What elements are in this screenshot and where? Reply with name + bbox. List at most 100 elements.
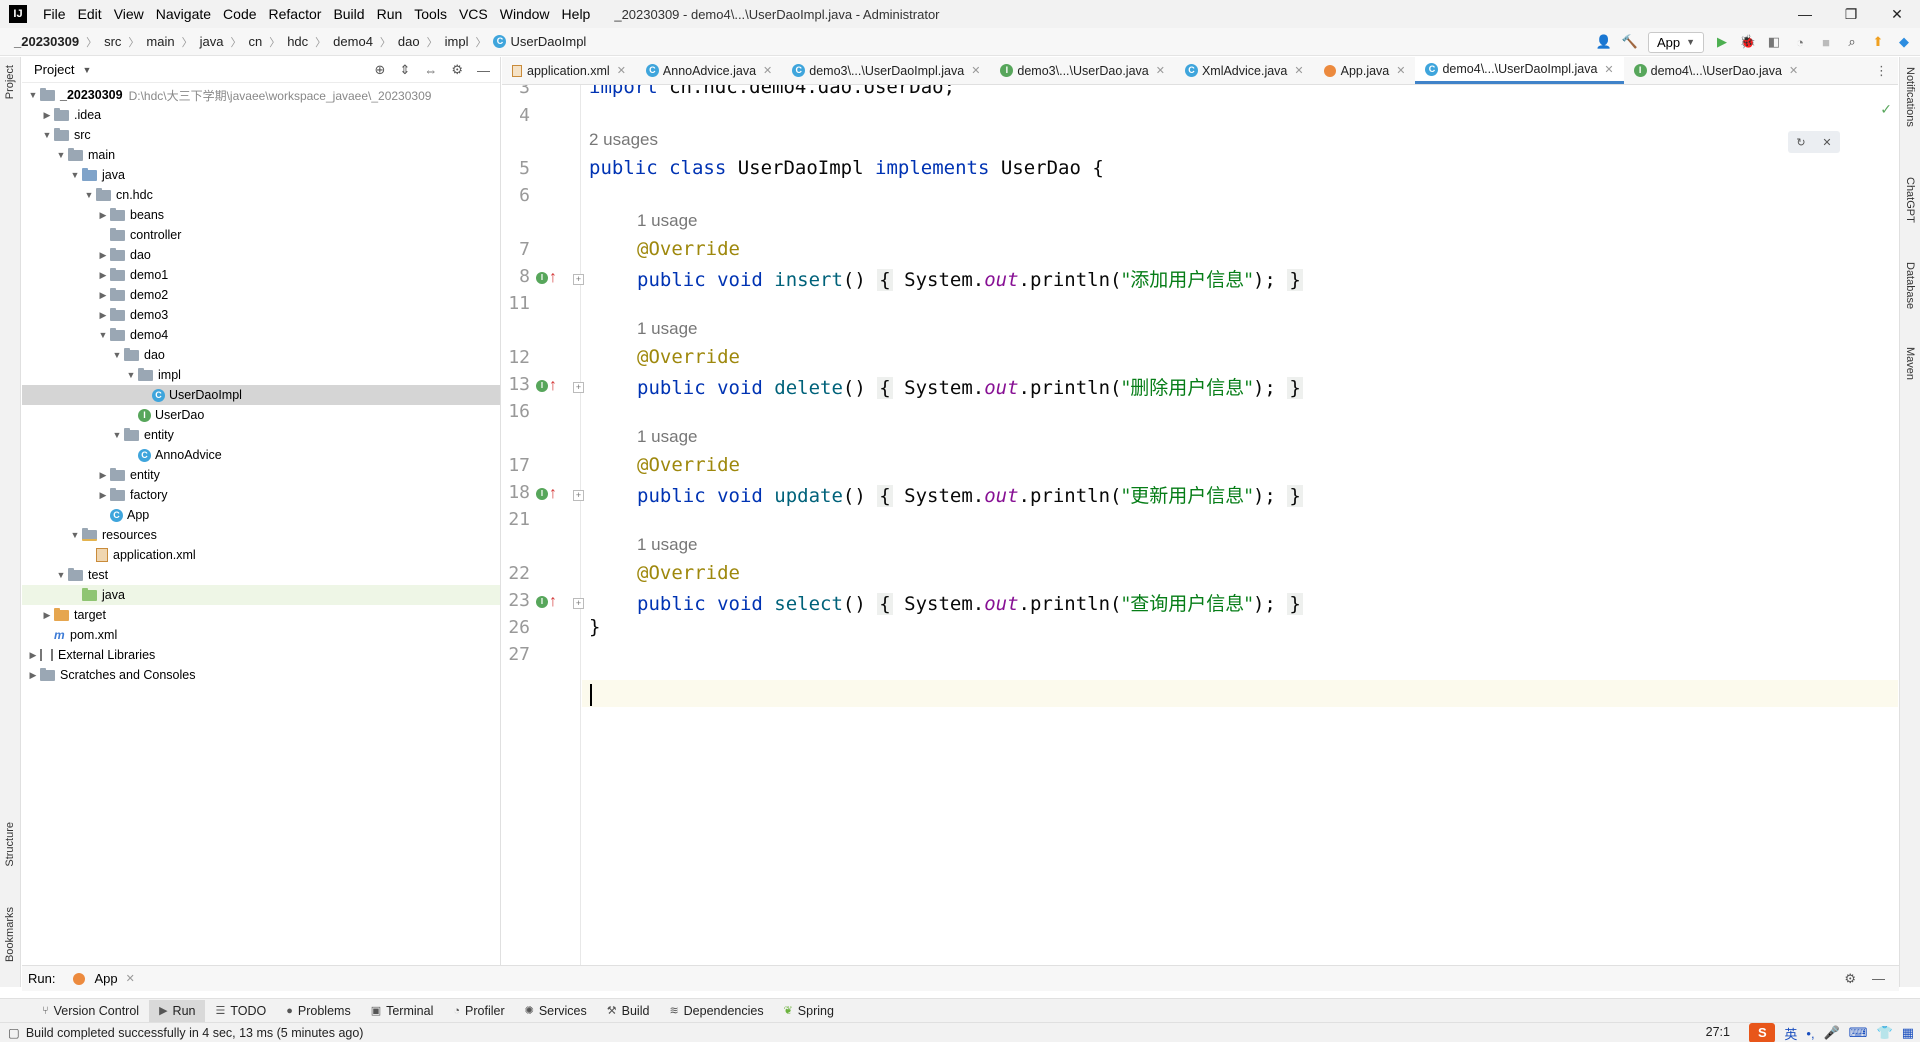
chevron-right-icon[interactable]: ▶ xyxy=(26,650,40,661)
run-configuration-select[interactable]: App ▼ xyxy=(1647,31,1704,53)
tree-item-external-libraries[interactable]: ▶ External Libraries xyxy=(22,645,500,665)
chevron-down-icon[interactable]: ▼ xyxy=(82,65,91,75)
tool-problems[interactable]: ● Problems xyxy=(276,1000,360,1022)
chevron-right-icon[interactable]: ▶ xyxy=(40,610,54,621)
usage-hint[interactable]: 1 usage xyxy=(637,319,698,339)
tab-annoadvice[interactable]: C AnnoAdvice.java ✕ xyxy=(636,57,782,84)
bookmarks-tool-button[interactable]: Bookmarks xyxy=(4,907,16,962)
code-area[interactable]: 3 4 5 6 7 8 11 12 13 16 17 18 21 22 23 2… xyxy=(502,85,1898,965)
breadcrumb-demo4[interactable]: demo4 xyxy=(333,34,373,49)
tab-app[interactable]: App.java ✕ xyxy=(1314,57,1416,84)
menu-window[interactable]: Window xyxy=(494,0,556,28)
reader-mode-chip[interactable]: ↻ ✕ xyxy=(1788,131,1840,153)
tool-terminal[interactable]: ▣ Terminal xyxy=(361,1000,444,1022)
chevron-down-icon[interactable]: ▼ xyxy=(68,530,82,540)
microphone-icon[interactable]: 🎤 xyxy=(1824,1025,1840,1041)
tab-demo3-userdaoimpl[interactable]: Cdemo3\...\UserDaoImpl.java ✕ xyxy=(782,57,990,84)
tree-item-target[interactable]: ▶ target xyxy=(22,605,500,625)
plugin-icon[interactable]: ◆ xyxy=(1896,34,1912,50)
chevron-down-icon[interactable]: ▼ xyxy=(82,190,96,200)
tree-item-resources[interactable]: ▼ resources xyxy=(22,525,500,545)
close-icon[interactable]: ✕ xyxy=(1789,64,1798,77)
tab-demo3-userdao[interactable]: Idemo3\...\UserDao.java ✕ xyxy=(990,57,1175,84)
tool-todo[interactable]: ☰ TODO xyxy=(205,1000,276,1022)
usage-hint[interactable]: 2 usages xyxy=(589,130,658,150)
close-icon[interactable]: ✕ xyxy=(971,64,980,77)
run-tab-app[interactable]: App ✕ xyxy=(73,971,135,986)
usage-hint[interactable]: 1 usage xyxy=(637,211,698,231)
locate-icon[interactable]: ⊕ xyxy=(375,62,386,78)
tree-item-demo4-dao[interactable]: ▼ dao xyxy=(22,345,500,365)
expand-all-icon[interactable]: ⇕ xyxy=(399,62,410,78)
status-layout-icon[interactable]: ▢ xyxy=(8,1025,20,1040)
search-icon[interactable]: ⌕ xyxy=(1844,34,1860,50)
tree-item-controller[interactable]: controller xyxy=(22,225,500,245)
tree-item-demo2[interactable]: ▶ demo2 xyxy=(22,285,500,305)
menu-build[interactable]: Build xyxy=(327,0,370,28)
close-icon[interactable]: ✕ xyxy=(1822,136,1831,149)
chevron-right-icon[interactable]: ▶ xyxy=(96,250,110,261)
chevron-down-icon[interactable]: ▼ xyxy=(110,430,124,440)
breadcrumb-impl[interactable]: impl xyxy=(445,34,469,49)
chevron-down-icon[interactable]: ▼ xyxy=(110,350,124,360)
collapse-all-icon[interactable]: ⇔ xyxy=(424,63,437,78)
chatgpt-tool-button[interactable]: ChatGPT xyxy=(1904,177,1916,223)
tree-item-dao[interactable]: ▶ dao xyxy=(22,245,500,265)
chevron-down-icon[interactable]: ▼ xyxy=(54,570,68,580)
checkmark-icon[interactable]: ✓ xyxy=(1880,101,1892,118)
implements-method-icon[interactable]: I ↑ xyxy=(536,486,557,502)
chevron-right-icon[interactable]: ▶ xyxy=(96,310,110,321)
tree-item-demo4[interactable]: ▼ demo4 xyxy=(22,325,500,345)
menu-code[interactable]: Code xyxy=(217,0,262,28)
project-view-select[interactable]: Project xyxy=(34,62,74,77)
usage-hint[interactable]: 1 usage xyxy=(637,535,698,555)
reload-icon[interactable]: ↻ xyxy=(1796,136,1805,149)
menu-file[interactable]: File xyxy=(37,0,72,28)
hide-icon[interactable]: — xyxy=(1872,971,1885,987)
close-icon[interactable]: ✕ xyxy=(126,972,135,985)
tree-item-demo4-entity[interactable]: ▼ entity xyxy=(22,425,500,445)
user-icon[interactable]: 👤 xyxy=(1596,34,1612,50)
breadcrumb-main[interactable]: main xyxy=(146,34,174,49)
tree-item-entity[interactable]: ▶ entity xyxy=(22,465,500,485)
tree-item-impl[interactable]: ▼ impl xyxy=(22,365,500,385)
close-icon[interactable]: ✕ xyxy=(1294,64,1303,77)
maven-tool-button[interactable]: Maven xyxy=(1904,347,1916,380)
chevron-down-icon[interactable]: ▼ xyxy=(54,150,68,160)
more-tabs-icon[interactable]: ⋮ xyxy=(1865,57,1898,84)
chevron-right-icon[interactable]: ▶ xyxy=(40,110,54,121)
tab-demo4-userdao[interactable]: Idemo4\...\UserDao.java ✕ xyxy=(1624,57,1809,84)
hide-icon[interactable]: — xyxy=(477,63,490,78)
fold-icon[interactable]: + xyxy=(573,598,584,609)
notifications-tool-button[interactable]: Notifications xyxy=(1904,67,1916,127)
tree-item-beans[interactable]: ▶ beans xyxy=(22,205,500,225)
usage-hint[interactable]: 1 usage xyxy=(637,427,698,447)
ime-language-toggle[interactable]: 英 xyxy=(1784,1024,1797,1042)
gear-icon[interactable]: ⚙ xyxy=(1844,971,1856,987)
tree-item-scratches[interactable]: ▶ Scratches and Consoles xyxy=(22,665,500,685)
menu-run[interactable]: Run xyxy=(371,0,409,28)
chevron-right-icon[interactable]: ▶ xyxy=(96,270,110,281)
project-tool-button[interactable]: Project xyxy=(4,65,16,99)
tree-item-annoadvice[interactable]: C AnnoAdvice xyxy=(22,445,500,465)
fold-icon[interactable]: + xyxy=(573,382,584,393)
close-icon[interactable]: ✕ xyxy=(763,64,772,77)
breadcrumb-src[interactable]: src xyxy=(104,34,121,49)
gear-icon[interactable]: ⚙ xyxy=(451,62,463,78)
tree-item-userdaoimpl[interactable]: C UserDaoImpl xyxy=(22,385,500,405)
menu-tools[interactable]: Tools xyxy=(408,0,453,28)
chevron-right-icon[interactable]: ▶ xyxy=(96,210,110,221)
profile-icon[interactable]: ◔ xyxy=(1792,34,1808,50)
chevron-right-icon[interactable]: ▶ xyxy=(96,290,110,301)
tree-item-demo3[interactable]: ▶ demo3 xyxy=(22,305,500,325)
keyboard-icon[interactable]: ⌨ xyxy=(1849,1025,1868,1041)
tree-item-java[interactable]: ▼ java xyxy=(22,165,500,185)
debug-icon[interactable]: 🐞 xyxy=(1740,34,1756,50)
menu-refactor[interactable]: Refactor xyxy=(263,0,328,28)
implements-method-icon[interactable]: I ↑ xyxy=(536,594,557,610)
chevron-right-icon[interactable]: ▶ xyxy=(96,490,110,501)
tab-demo4-userdaoimpl[interactable]: Cdemo4\...\UserDaoImpl.java ✕ xyxy=(1415,57,1624,84)
breadcrumb-java[interactable]: java xyxy=(200,34,224,49)
breadcrumb-dao[interactable]: dao xyxy=(398,34,420,49)
tool-build[interactable]: ⚒ Build xyxy=(597,1000,660,1022)
